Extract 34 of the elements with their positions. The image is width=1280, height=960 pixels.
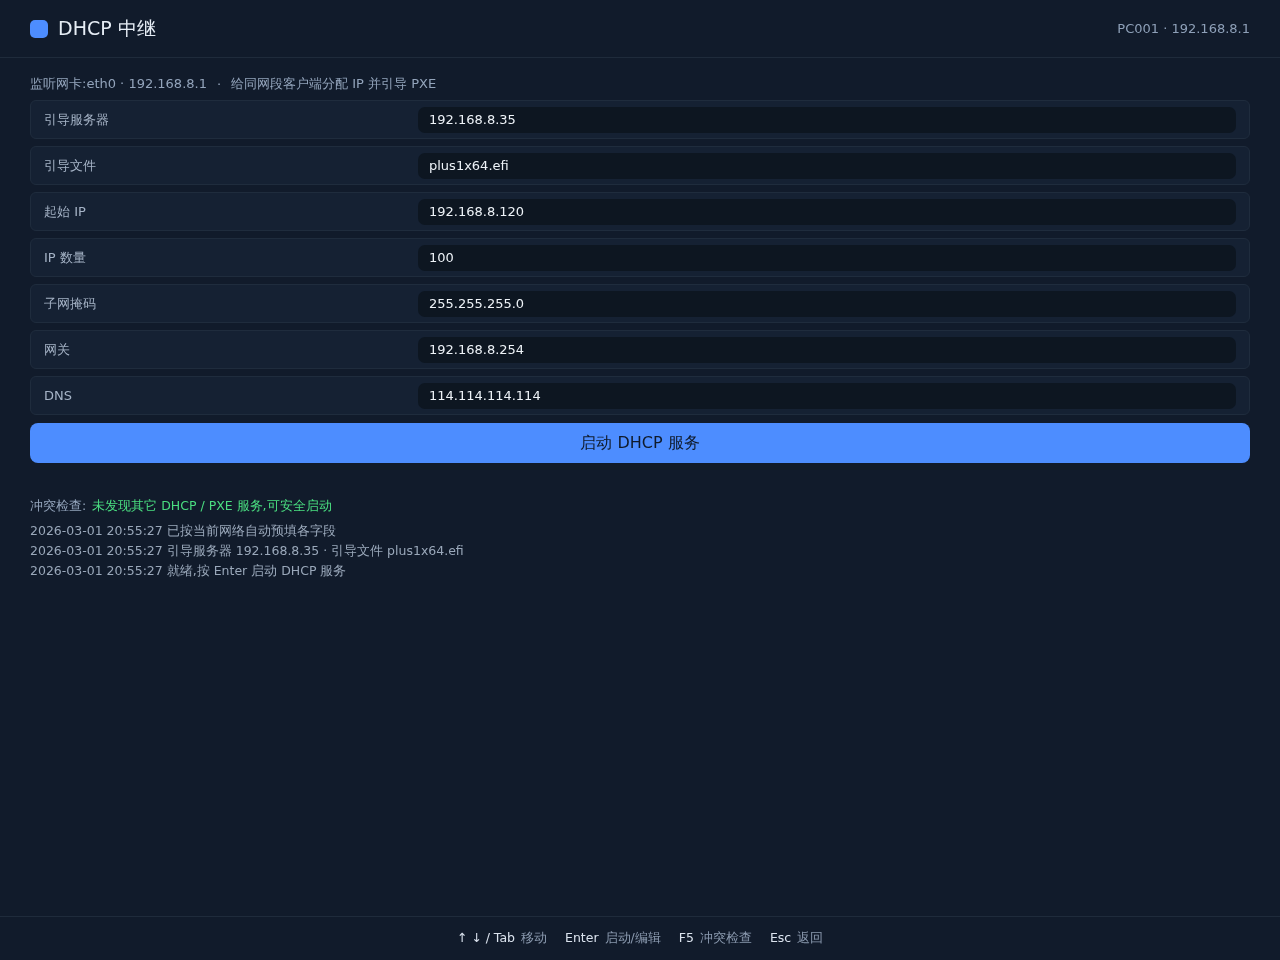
field-label: 起始 IP [44, 202, 87, 221]
field-label: 网关 [44, 340, 71, 359]
shortcut-action: 启动/编辑 [604, 930, 661, 947]
field-label: IP 数量 [44, 248, 87, 267]
text-input-field[interactable]: 114.114.114.114 [418, 382, 1236, 409]
shortcut-action: 冲突检查 [699, 930, 752, 947]
shortcut-key: ↑ ↓ / Tab [456, 930, 515, 947]
app-logo-icon [30, 19, 48, 38]
shortcut-key: F5 [678, 930, 694, 947]
log-line: 2026-03-01 20:55:27 已按当前网络自动预填各字段 [30, 522, 337, 540]
field-label: 子网掩码 [44, 294, 97, 313]
log-line: 2026-03-01 20:55:27 引导服务器 192.168.8.35 · 引导文件 plus1x64.efi [30, 542, 465, 560]
separator-dot: · [216, 76, 222, 92]
host-info: PC001 · 192.168.8.1 [1117, 21, 1250, 36]
conflict-check-label: 冲突检查: [30, 498, 87, 515]
subtitle-text: 给同网段客户端分配 IP 并引导 PXE [231, 75, 437, 93]
text-input-field[interactable]: plus1x64.efi [418, 152, 1236, 179]
conflict-check-status: 未发现其它 DHCP / PXE 服务,可安全启动 [92, 498, 332, 515]
start-dhcp-button[interactable]: 启动 DHCP 服务 [30, 423, 1250, 463]
shortcut-action: 移动 [521, 930, 547, 947]
text-input-field[interactable]: 100 [418, 244, 1236, 271]
text-input-field[interactable]: 192.168.8.254 [418, 336, 1236, 363]
field-label: 引导文件 [44, 156, 97, 175]
shortcut-key: Esc [769, 930, 792, 947]
text-input-field[interactable]: 192.168.8.120 [418, 198, 1236, 225]
log-line: 2026-03-01 20:55:27 就绪,按 Enter 启动 DHCP 服务 [30, 562, 348, 580]
field-label: 引导服务器 [44, 110, 110, 129]
shortcut-action: 返回 [797, 930, 824, 947]
text-input-field[interactable]: 192.168.8.35 [418, 106, 1236, 133]
subtitle-text: 监听网卡:eth0 · 192.168.8.1 [30, 75, 207, 93]
field-label: DNS [44, 388, 73, 403]
text-input-field[interactable]: 255.255.255.0 [418, 290, 1236, 317]
window-title: DHCP 中继 [58, 15, 156, 41]
shortcut-key: Enter [565, 930, 599, 947]
